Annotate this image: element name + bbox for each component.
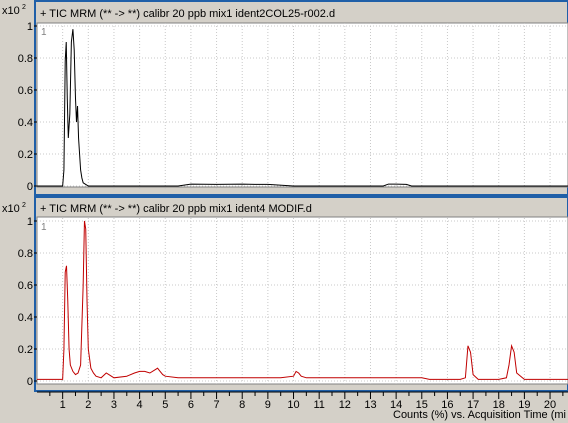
top-y-tick-label: 0.2 xyxy=(18,149,33,161)
chromatogram-window: x10 2 + TIC MRM (** -> **) calibr 20 ppb… xyxy=(0,0,568,421)
x-tick-label: 12 xyxy=(339,399,351,411)
bottom-panel-title: + TIC MRM (** -> **) calibr 20 ppb mix1 … xyxy=(40,203,312,215)
x-tick-label: 2 xyxy=(85,399,91,411)
top-panel-title: + TIC MRM (** -> **) calibr 20 ppb mix1 … xyxy=(40,8,335,20)
x-tick-label: 3 xyxy=(111,399,117,411)
top-y-tick-label: 0.8 xyxy=(18,53,33,65)
bottom-y-tick-label: 0 xyxy=(27,376,33,388)
top-y-tick-label: 1 xyxy=(27,21,33,33)
bottom-y-tick-label: 0.6 xyxy=(18,280,33,292)
x-tick-label: 10 xyxy=(287,399,299,411)
x-tick-label: 13 xyxy=(364,399,376,411)
top-plot-area[interactable] xyxy=(36,22,568,188)
bottom-y-tick-label: 0.4 xyxy=(18,312,33,324)
x-tick-label: 9 xyxy=(265,399,271,411)
x-tick-label: 11 xyxy=(313,399,324,411)
top-exponent-power: 2 xyxy=(22,4,26,11)
x-tick-label: 6 xyxy=(188,399,194,411)
bottom-index-label: 1 xyxy=(41,222,47,233)
x-tick-label: 4 xyxy=(137,399,143,411)
top-panel: x10 2 + TIC MRM (** -> **) calibr 20 ppb… xyxy=(0,0,568,196)
x-tick-label: 5 xyxy=(162,399,168,411)
top-y-tick-label: 0.4 xyxy=(18,117,33,129)
top-y-tick-label: 0.6 xyxy=(18,85,33,97)
x-tick-label: 8 xyxy=(239,399,245,411)
top-y-tick-label: 0 xyxy=(27,181,33,193)
bottom-y-tick-label: 0.2 xyxy=(18,344,33,356)
x-tick-label: 7 xyxy=(214,399,220,411)
bottom-y-tick-label: 1 xyxy=(27,216,33,228)
x-tick-label: 1 xyxy=(60,399,66,411)
x-axis-label: Counts (%) vs. Acquisition Time (mi xyxy=(393,409,566,421)
bottom-y-tick-label: 0.8 xyxy=(18,248,33,260)
bottom-panel: x10 2 + TIC MRM (** -> **) calibr 20 ppb… xyxy=(2,196,568,392)
bottom-plot-area[interactable] xyxy=(36,216,568,385)
bottom-exponent-label: x10 xyxy=(2,203,20,215)
top-index-label: 1 xyxy=(41,27,47,38)
top-exponent-label: x10 xyxy=(2,5,20,17)
bottom-exponent-power: 2 xyxy=(22,202,26,209)
